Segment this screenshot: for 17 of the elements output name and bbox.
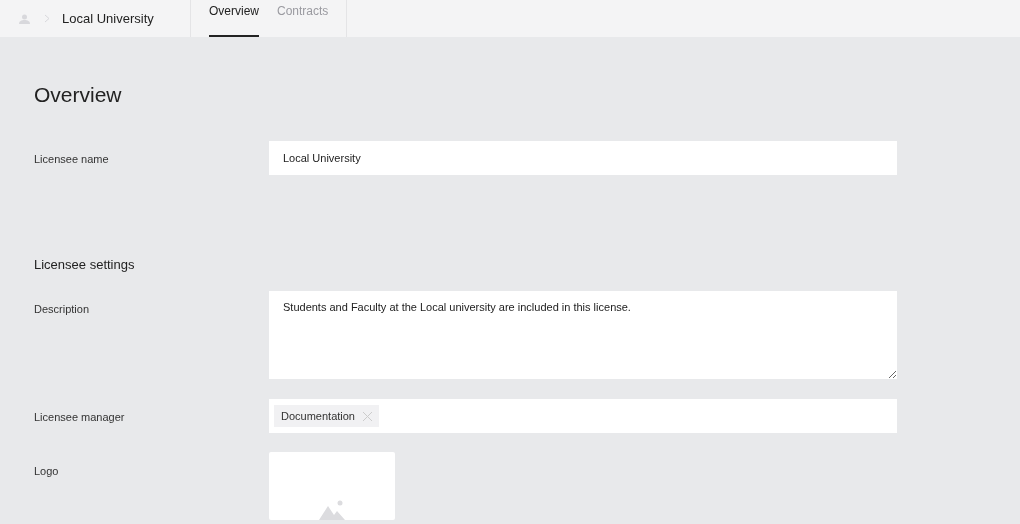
logo-placeholder[interactable] bbox=[269, 452, 395, 520]
tag-label: Documentation bbox=[281, 410, 355, 422]
image-icon bbox=[319, 500, 345, 520]
field-label: Licensee name bbox=[34, 152, 110, 167]
close-icon[interactable] bbox=[363, 411, 372, 421]
section-heading: Licensee settings bbox=[34, 257, 136, 272]
page-title: Overview bbox=[34, 83, 123, 107]
field-label: Description bbox=[34, 302, 91, 317]
chevron-right-icon bbox=[44, 14, 50, 23]
manager-field[interactable]: Documentation bbox=[269, 399, 897, 433]
field-label: Logo bbox=[34, 464, 60, 479]
breadcrumb-title: Local University bbox=[62, 11, 154, 26]
tab[interactable]: Overview bbox=[209, 0, 259, 37]
user-icon bbox=[19, 13, 30, 24]
licensee-name-field[interactable]: Local University bbox=[269, 141, 897, 175]
description-field[interactable]: Students and Faculty at the Local university are included in this license. bbox=[269, 291, 897, 379]
field-label: Licensee manager bbox=[34, 410, 126, 425]
